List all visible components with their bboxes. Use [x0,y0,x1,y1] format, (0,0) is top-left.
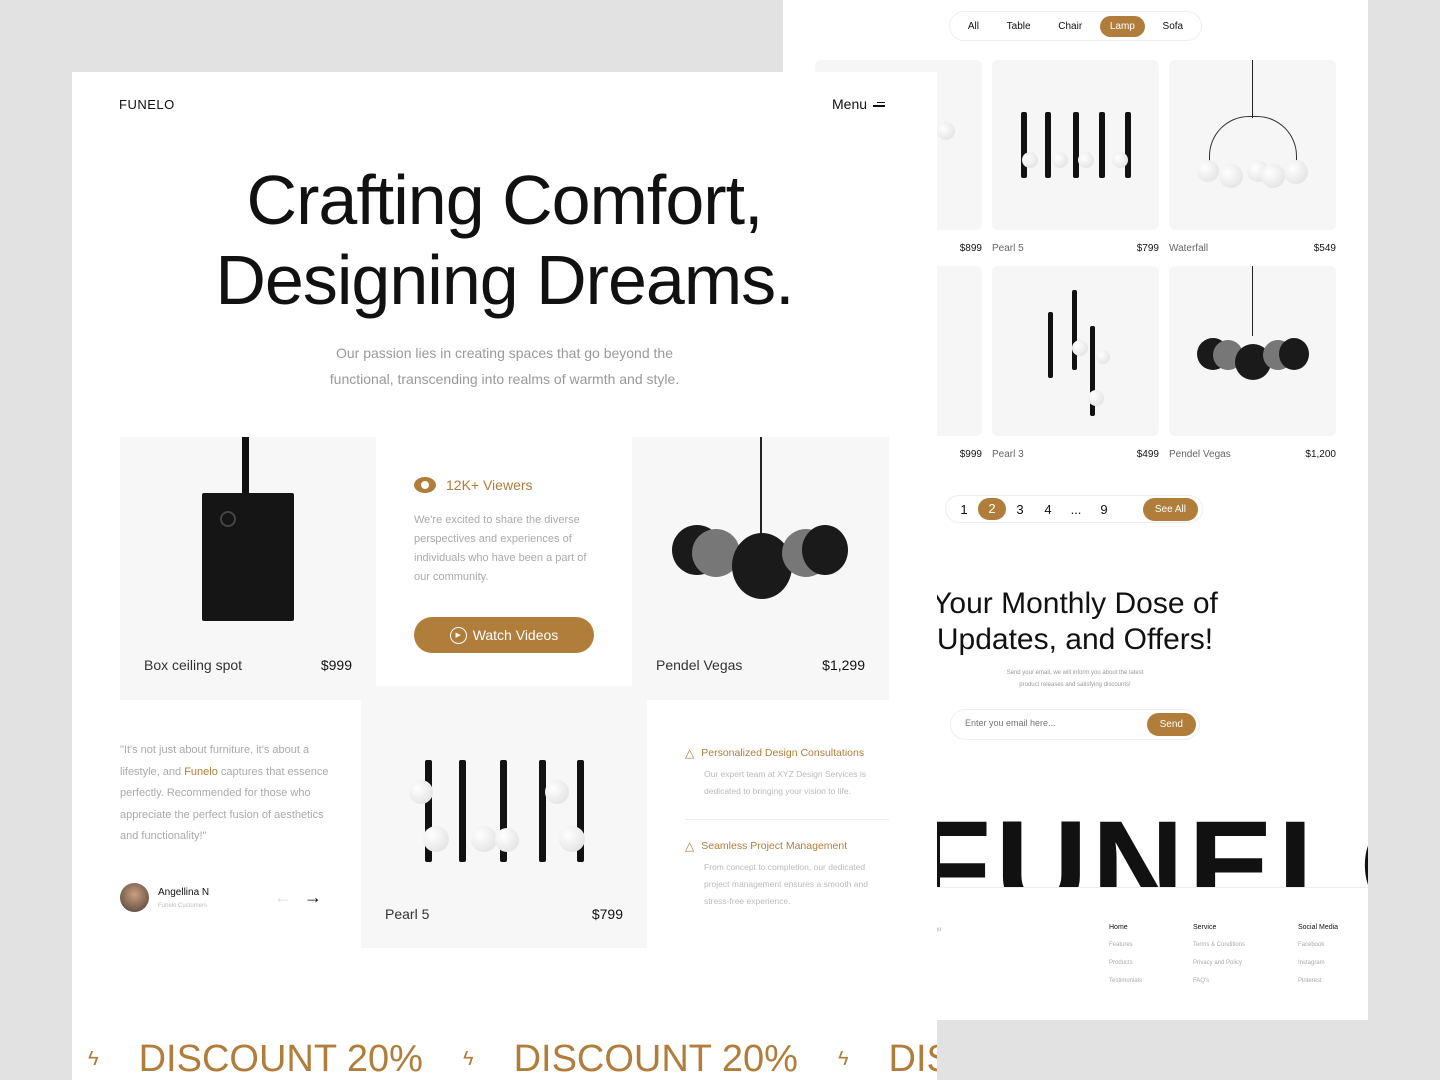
service-item: △ Personalized Design Consultations Our e… [685,746,867,796]
email-form: Send [950,709,1200,740]
footer-link[interactable]: Privacy and Policy [1193,960,1245,966]
tab-all[interactable]: All [958,16,989,37]
arrow-right-icon[interactable]: → [304,887,322,908]
tab-table[interactable]: Table [997,16,1041,37]
category-filter: All Table Chair Lamp Sofa [949,11,1202,41]
pagination: 1 2 3 4 ... 9 See All [945,495,1203,523]
triangle-logo-icon: △ [685,746,695,760]
arrow-left-icon[interactable]: ← [274,887,292,908]
email-input[interactable] [965,718,1115,728]
footer-link[interactable]: Features [1109,942,1142,948]
bolt-icon: ϟ [837,1048,849,1070]
footer-link[interactable]: Instagram [1298,960,1338,966]
bolt-icon: ϟ [462,1048,474,1070]
eye-icon [414,477,436,493]
product-card-box-ceiling-spot[interactable]: Box ceiling spot $999 [120,437,376,700]
see-all-button[interactable]: See All [1142,497,1198,521]
product-card-pendel-vegas[interactable] [1169,266,1336,436]
viewers-card: 12K+ Viewers We're excited to share the … [376,437,632,686]
product-label: Pearl 3 $499 [992,449,1159,460]
footer-col-home: Home Features Products Testimonials [1109,924,1143,984]
discount-marquee: ϟDISCOUNT 20% ϟDISCOUNT 20% ϟDISCOUNT 20… [88,1038,937,1080]
footer-col-service: Service Terms & Conditions Privacy and P… [1193,924,1246,984]
menu-icon [873,100,886,109]
product-card-pearl-5[interactable]: Pearl 5 $799 [361,686,647,948]
newsletter-subtitle: Send your email, we will inform you abou… [1006,670,1144,688]
box-lamp-image [202,493,294,621]
page-9[interactable]: 9 [1090,502,1118,517]
tab-lamp[interactable]: Lamp [1099,15,1145,37]
page-2[interactable]: 2 [978,498,1006,520]
testimonial-quote: "It's not just about furniture, it's abo… [120,744,329,842]
hero-title: Crafting Comfort, Designing Dreams. [215,161,794,319]
page-3[interactable]: 3 [1006,502,1034,517]
product-card-waterfall[interactable] [1169,60,1336,230]
menu-button[interactable]: Menu [832,96,886,112]
logo[interactable]: FUNELO [119,97,175,112]
brand-link[interactable]: Funelo [184,766,218,778]
bolt-icon: ϟ [88,1048,99,1070]
author-role: Funelo Customers [158,903,208,909]
avatar [120,883,149,912]
product-card-pearl-5[interactable] [992,60,1159,230]
author-name: Angellina N [158,887,210,898]
footer-link[interactable]: Pinterest [1298,978,1338,984]
landing-page: FUNELO Menu Crafting Comfort, Designing … [72,72,937,1080]
page-4[interactable]: 4 [1034,502,1062,517]
page-ellipsis: ... [1070,501,1082,517]
lamp-cord [242,437,249,495]
product-card-pendel-vegas[interactable]: Pendel Vegas $1,299 [632,437,889,700]
watch-videos-button[interactable]: ▶ Watch Videos [414,617,594,653]
footer-link[interactable]: Products [1109,960,1142,966]
tab-sofa[interactable]: Sofa [1153,16,1194,37]
product-label: Pendel Vegas $1,200 [1169,449,1336,460]
product-card-pearl-3[interactable] [992,266,1159,436]
big-logo: FUNELO [913,792,1368,888]
footer-col-social: Social Media Facebook Instagram Pinteres… [1298,924,1339,984]
divider [685,819,889,820]
tab-chair[interactable]: Chair [1048,16,1092,37]
page-1[interactable]: 1 [950,502,978,517]
product-label: Pearl 5 $799 [992,243,1159,254]
send-button[interactable]: Send [1146,713,1196,736]
footer-link[interactable]: Facebook [1298,942,1338,948]
service-item: △ Seamless Project Management From concep… [685,839,868,906]
triangle-logo-icon: △ [685,839,695,853]
hero-subtitle: Our passion lies in creating spaces that… [329,345,680,387]
footer-link[interactable]: Terms & Conditions [1193,942,1245,948]
footer-link[interactable]: FAQ's [1193,978,1245,984]
play-icon: ▶ [449,626,467,644]
product-label: Waterfall $549 [1169,243,1336,254]
footer-link[interactable]: Testimonials [1109,978,1142,984]
